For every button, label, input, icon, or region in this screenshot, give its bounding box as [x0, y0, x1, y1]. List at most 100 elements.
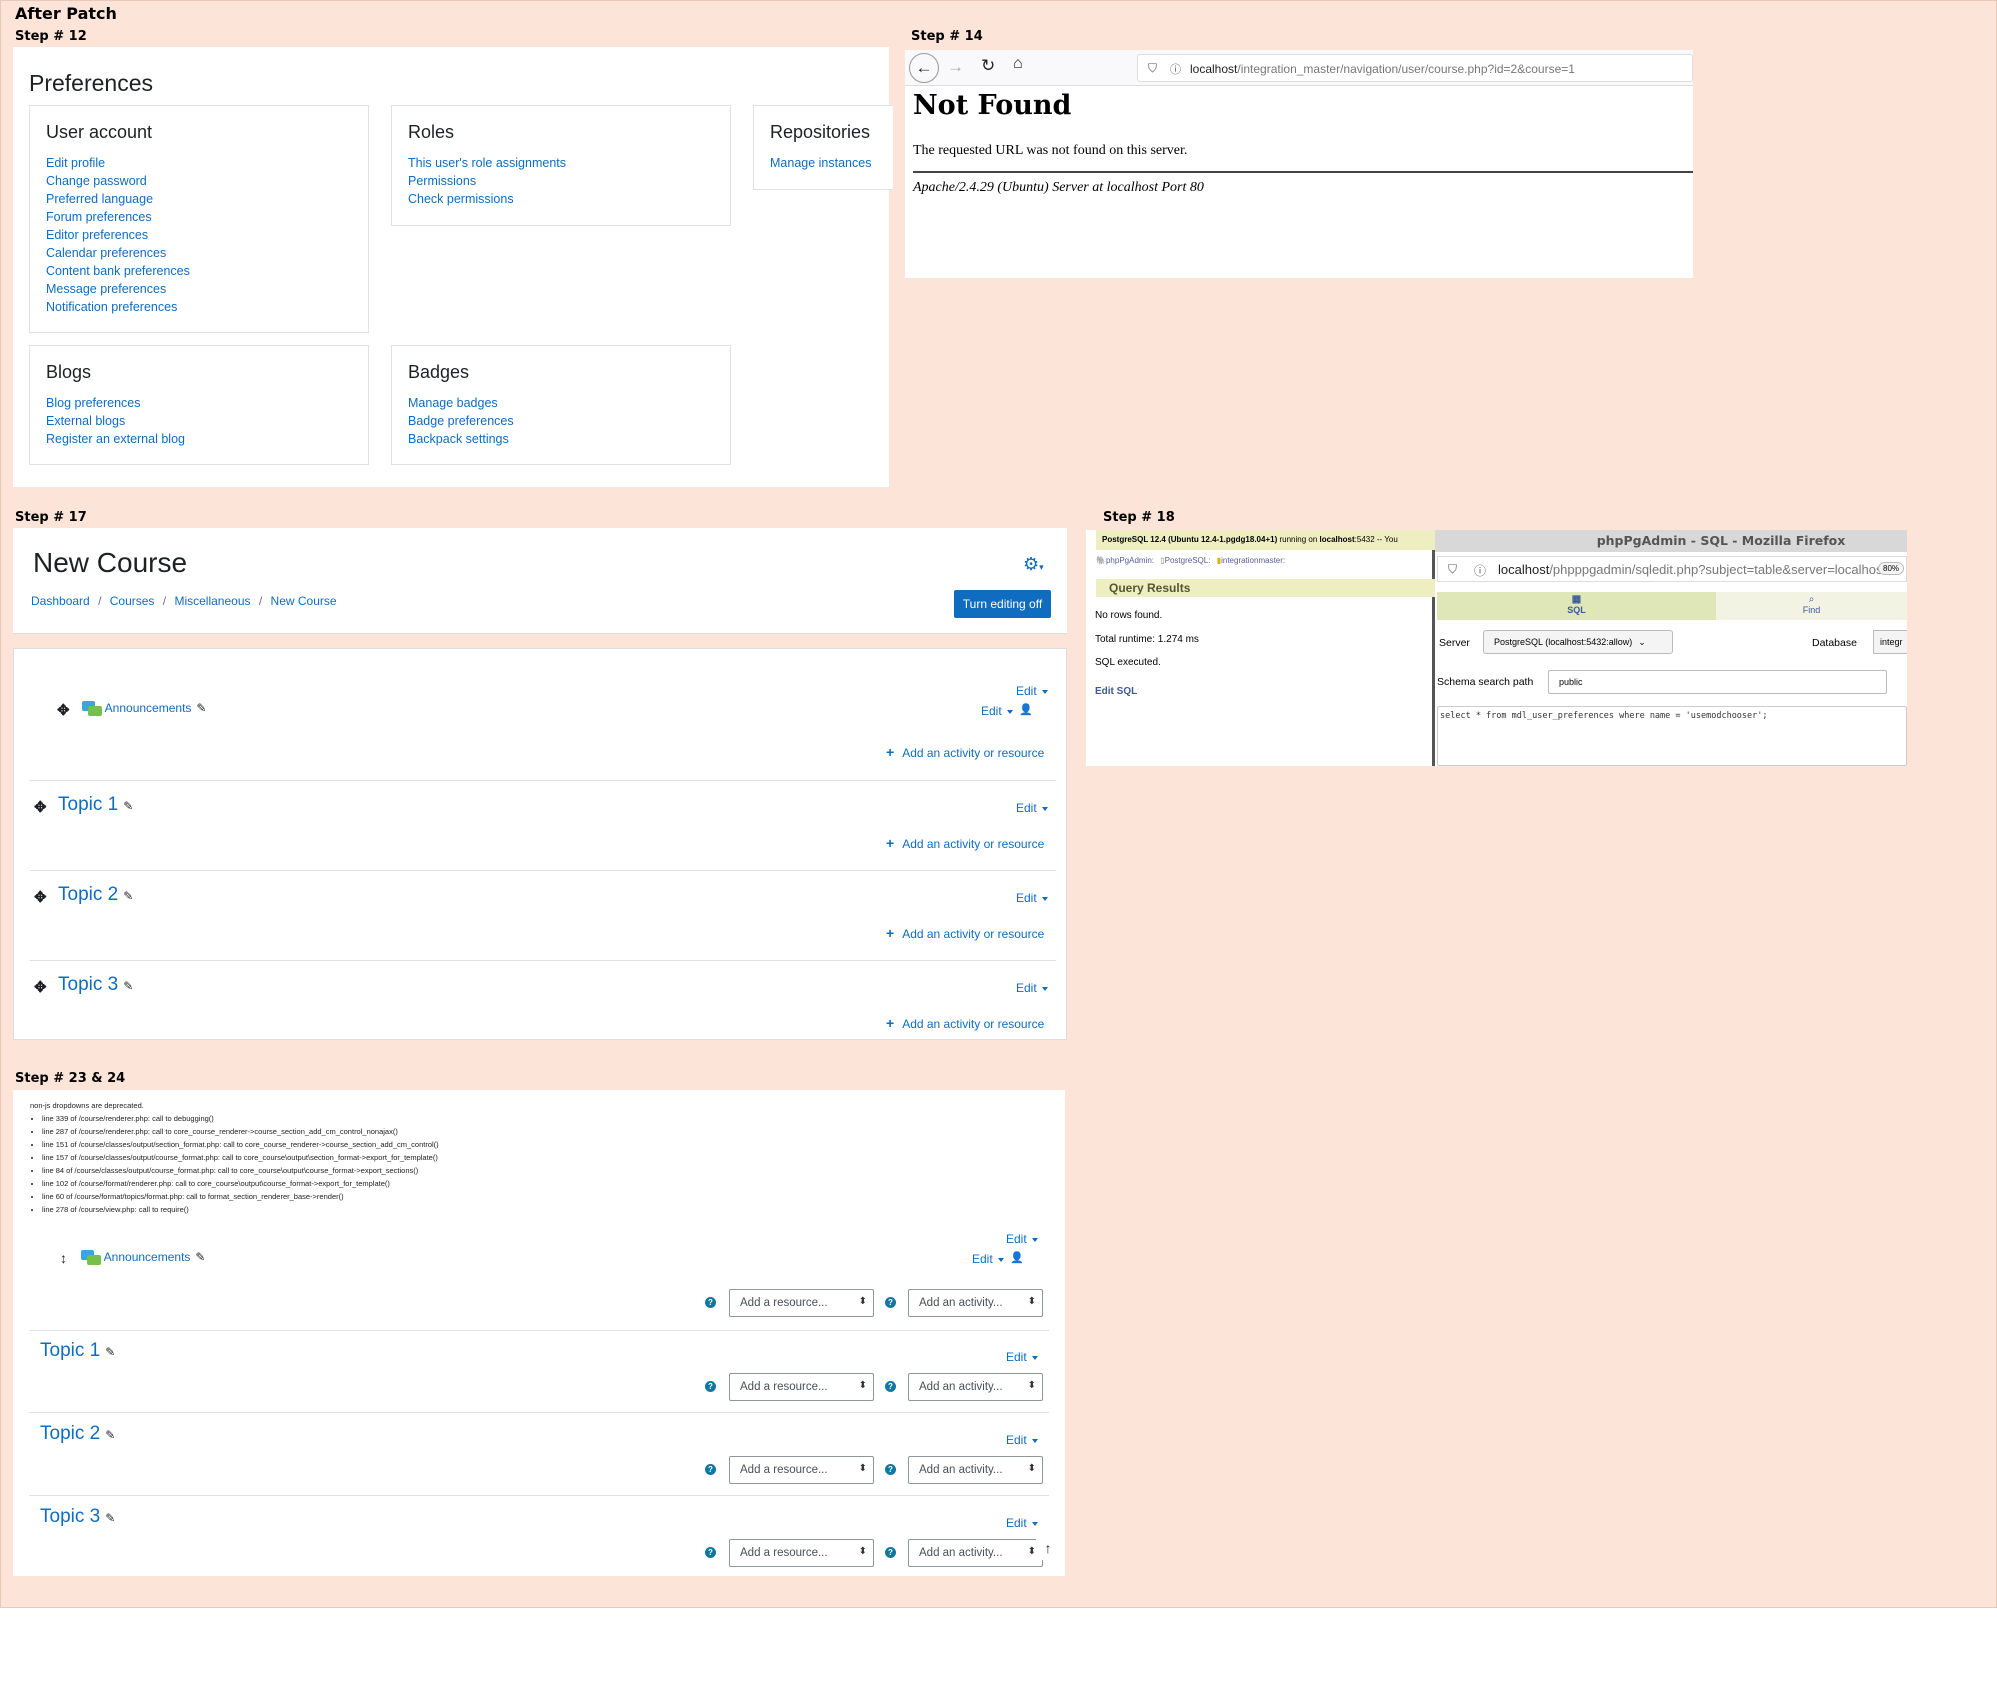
add-activity-link[interactable]: + Add an activity or resource	[886, 1015, 1044, 1031]
sql-url-bar[interactable]: ⛉ ⓘ localhost/phpppgadmin/sqledit.php?su…	[1437, 556, 1907, 582]
breadcrumb-miscellaneous[interactable]: Miscellaneous	[174, 594, 250, 608]
help-icon[interactable]: ?	[705, 1464, 716, 1475]
badges-heading: Badges	[408, 362, 470, 382]
manage-instances-link[interactable]: Manage instances	[770, 154, 871, 172]
crumb-database[interactable]: integrationmaster:	[1221, 556, 1285, 565]
section-edit-menu[interactable]: Edit	[1016, 801, 1048, 815]
forward-arrow-icon[interactable]: →	[947, 57, 964, 77]
topic-2-title[interactable]: Topic 2 ✎	[40, 1423, 115, 1445]
add-resource-select[interactable]: Add a resource...	[729, 1539, 874, 1567]
move-icon[interactable]: ✥	[34, 978, 47, 996]
badge-preferences-link[interactable]: Badge preferences	[408, 412, 514, 430]
edit-profile-link[interactable]: Edit profile	[46, 154, 190, 172]
breadcrumb-new-course[interactable]: New Course	[271, 594, 337, 608]
tab-sql[interactable]: ▦ SQL	[1437, 592, 1716, 620]
manage-badges-link[interactable]: Manage badges	[408, 394, 514, 412]
activity-edit-menu[interactable]: Edit	[972, 1252, 1004, 1266]
user-icon[interactable]: 👤	[1010, 1251, 1024, 1264]
help-icon[interactable]: ?	[885, 1297, 896, 1308]
plus-icon: +	[886, 835, 895, 851]
help-icon[interactable]: ?	[885, 1381, 896, 1392]
move-arrow-icon[interactable]: ↕	[60, 1250, 67, 1266]
editor-preferences-link[interactable]: Editor preferences	[46, 226, 190, 244]
add-activity-select[interactable]: Add an activity...	[908, 1373, 1043, 1401]
add-activity-select[interactable]: Add an activity...	[908, 1289, 1043, 1317]
zoom-badge[interactable]: 80%	[1878, 562, 1905, 575]
window-title: phpPgAdmin - SQL - Mozilla Firefox	[1435, 530, 1907, 552]
breadcrumb-dashboard[interactable]: Dashboard	[31, 594, 90, 608]
blog-preferences-link[interactable]: Blog preferences	[46, 394, 185, 412]
check-permissions-link[interactable]: Check permissions	[408, 190, 566, 208]
register-external-blog-link[interactable]: Register an external blog	[46, 430, 185, 448]
pencil-icon: ✎	[105, 1428, 116, 1442]
move-icon[interactable]: ✥	[34, 888, 47, 906]
topic-3-title[interactable]: Topic 3 ✎	[58, 974, 133, 996]
announcements-activity[interactable]: Announcements ✎	[81, 1250, 205, 1266]
section-edit-menu[interactable]: Edit	[1006, 1516, 1038, 1530]
pencil-icon: ✎	[123, 889, 134, 903]
message-preferences-link[interactable]: Message preferences	[46, 280, 190, 298]
activity-edit-menu[interactable]: Edit	[981, 704, 1013, 718]
section-edit-menu[interactable]: Edit	[1016, 981, 1048, 995]
topic-2-title[interactable]: Topic 2 ✎	[58, 884, 133, 906]
help-icon[interactable]: ?	[705, 1381, 716, 1392]
plus-icon: +	[886, 1015, 895, 1031]
home-icon[interactable]: ⌂	[1013, 55, 1023, 73]
preferences-title: Preferences	[29, 70, 154, 96]
announcements-link[interactable]: Announcements	[105, 701, 192, 715]
add-activity-link[interactable]: + Add an activity or resource	[886, 744, 1044, 760]
back-to-top-icon[interactable]: ↑	[1036, 1536, 1060, 1560]
add-activity-link[interactable]: + Add an activity or resource	[886, 925, 1044, 941]
turn-editing-off-button[interactable]: Turn editing off	[954, 590, 1051, 618]
preferred-language-link[interactable]: Preferred language	[46, 190, 190, 208]
section-edit-menu[interactable]: Edit	[1006, 1433, 1038, 1447]
announcements-link[interactable]: Announcements	[104, 1250, 191, 1264]
topic-1-title[interactable]: Topic 1 ✎	[58, 794, 133, 816]
crumb-phppgadmin[interactable]: phpPgAdmin:	[1106, 556, 1154, 565]
edit-sql-link[interactable]: Edit SQL	[1095, 686, 1137, 697]
server-select[interactable]: PostgreSQL (localhost:5432:allow) ⌄	[1483, 630, 1673, 654]
add-activity-select[interactable]: Add an activity...	[908, 1539, 1043, 1567]
url-bar[interactable]: ⛉ ⓘ localhost/integration_master/navigat…	[1137, 54, 1693, 82]
change-password-link[interactable]: Change password	[46, 172, 190, 190]
schema-input[interactable]: public	[1548, 670, 1887, 694]
breadcrumb: Dashboard / Courses / Miscellaneous / Ne…	[31, 594, 337, 608]
add-activity-select[interactable]: Add an activity...	[908, 1456, 1043, 1484]
section-edit-menu[interactable]: Edit	[1016, 891, 1048, 905]
breadcrumb-courses[interactable]: Courses	[110, 594, 155, 608]
help-icon[interactable]: ?	[885, 1464, 896, 1475]
add-resource-select[interactable]: Add a resource...	[729, 1373, 874, 1401]
topic-1-title[interactable]: Topic 1 ✎	[40, 1340, 115, 1362]
gear-icon[interactable]: ⚙▾	[1023, 554, 1044, 575]
external-blogs-link[interactable]: External blogs	[46, 412, 185, 430]
topic-3-title[interactable]: Topic 3 ✎	[40, 1506, 115, 1528]
section-edit-menu[interactable]: Edit	[1006, 1232, 1038, 1246]
move-icon[interactable]: ✥	[57, 701, 70, 719]
notification-preferences-link[interactable]: Notification preferences	[46, 298, 190, 316]
pencil-icon[interactable]: ✎	[196, 701, 206, 715]
help-icon[interactable]: ?	[705, 1297, 716, 1308]
add-resource-select[interactable]: Add a resource...	[729, 1456, 874, 1484]
section-edit-menu[interactable]: Edit	[1016, 684, 1048, 698]
add-resource-select[interactable]: Add a resource...	[729, 1289, 874, 1317]
pencil-icon: ✎	[195, 1250, 206, 1265]
content-bank-preferences-link[interactable]: Content bank preferences	[46, 262, 190, 280]
permissions-link[interactable]: Permissions	[408, 172, 566, 190]
forum-preferences-link[interactable]: Forum preferences	[46, 208, 190, 226]
tab-find[interactable]: ⌕ Find	[1716, 592, 1907, 620]
back-arrow-icon[interactable]: ←	[909, 53, 939, 83]
section-edit-menu[interactable]: Edit	[1006, 1350, 1038, 1364]
help-icon[interactable]: ?	[705, 1547, 716, 1558]
add-activity-link[interactable]: + Add an activity or resource	[886, 835, 1044, 851]
role-assignments-link[interactable]: This user's role assignments	[408, 154, 566, 172]
database-select[interactable]: integr	[1873, 630, 1907, 654]
sql-query-textarea[interactable]: select * from mdl_user_preferences where…	[1437, 706, 1907, 766]
user-icon[interactable]: 👤	[1019, 703, 1033, 716]
help-icon[interactable]: ?	[885, 1547, 896, 1558]
calendar-preferences-link[interactable]: Calendar preferences	[46, 244, 190, 262]
crumb-postgresql[interactable]: PostgreSQL:	[1165, 556, 1211, 565]
backpack-settings-link[interactable]: Backpack settings	[408, 430, 514, 448]
reload-icon[interactable]: ↻	[981, 56, 995, 76]
announcements-activity[interactable]: Announcements ✎	[82, 701, 206, 717]
move-icon[interactable]: ✥	[34, 798, 47, 816]
